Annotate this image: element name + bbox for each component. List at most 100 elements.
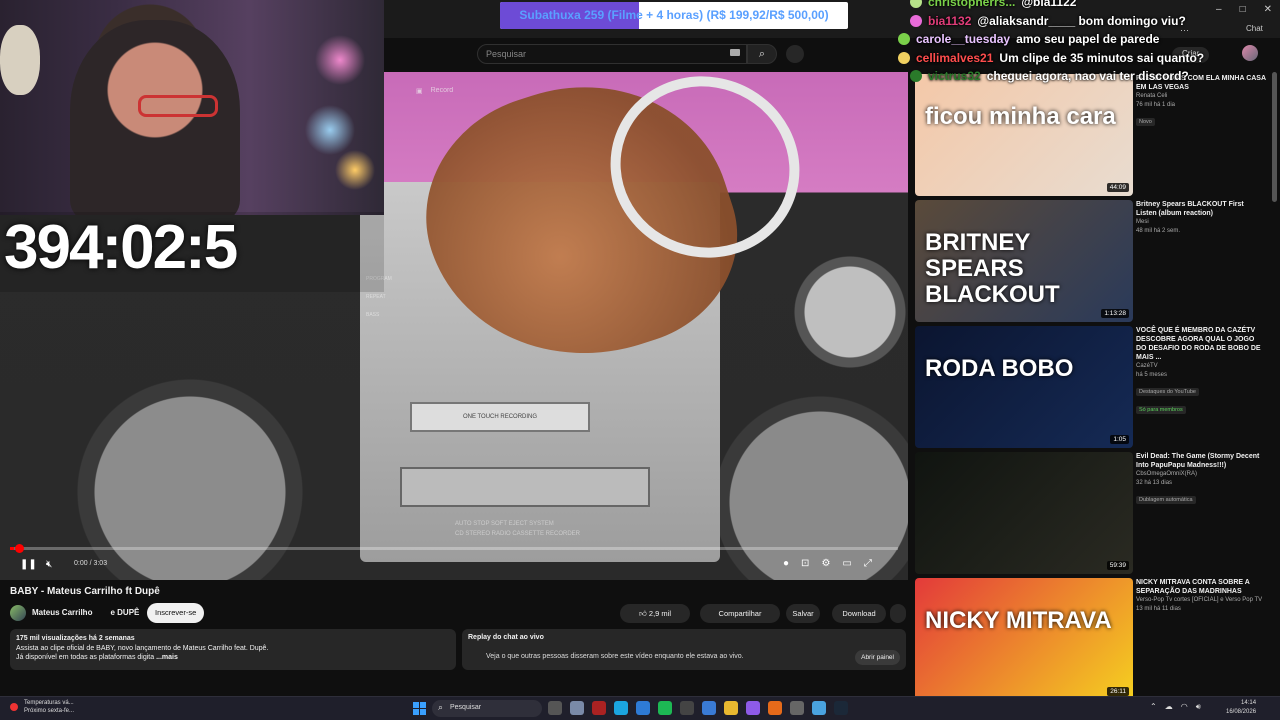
video-progress-fill [10, 547, 15, 550]
scrubber-handle[interactable] [15, 544, 24, 553]
keyboard-icon[interactable] [730, 49, 740, 56]
recommendation-meta: Britney Spears BLACKOUT First Listen (al… [1136, 200, 1266, 236]
recommendation-badge: Novo [1136, 118, 1155, 126]
video-duration: 1:05 [1110, 435, 1129, 444]
spotify-icon[interactable] [658, 701, 672, 715]
view-stats: 175 mil visualizações há 2 semanas [16, 635, 135, 642]
more-actions-button[interactable] [890, 604, 906, 623]
recommendation-item[interactable]: 59:39 Evil Dead: The Game (Stormy Decent … [915, 452, 1270, 574]
screenshot-icon[interactable]: ▣ [416, 87, 423, 95]
video-thumbnail[interactable]: 59:39 [915, 452, 1133, 574]
recommendation-title[interactable]: Evil Dead: The Game (Stormy Decent Into … [1136, 452, 1266, 470]
recommendation-channel[interactable]: Mesi [1136, 218, 1266, 227]
recommendation-channel[interactable]: CazéTV [1136, 362, 1266, 371]
edge-icon[interactable] [614, 701, 628, 715]
video-duration: 59:39 [1106, 561, 1129, 570]
channel-avatar[interactable] [10, 605, 26, 621]
search-icon: ⌕ [438, 702, 444, 712]
toys-shelf-image [300, 20, 380, 190]
record-button[interactable]: Record [431, 87, 454, 95]
recommendation-item[interactable]: RODA BOBO 1:05 VOCÊ QUE É MEMBRO DA CAZÉTV… [915, 326, 1270, 448]
like-button[interactable]: 👍︎ 2,9 mil [620, 604, 690, 623]
task-view-icon[interactable] [548, 701, 562, 715]
chat-replay-box: Replay do chat ao vivo Veja o que outras… [462, 629, 906, 670]
chat-message: bia1132 @aliaksandr____ bom domingo viu? [910, 14, 1186, 28]
subscribe-button[interactable]: Inscrever-se [147, 603, 205, 623]
discord-icon[interactable] [746, 701, 760, 715]
search-button[interactable]: ⌕ [747, 44, 777, 64]
chat-text: @aliaksandr____ bom domingo viu? [977, 13, 1186, 28]
recommendation-title[interactable]: VOCÊ QUE É MEMBRO DA CAZÉTV DESCOBRE AGO… [1136, 326, 1266, 362]
streamer-image [70, 20, 240, 215]
voice-search-button[interactable] [786, 45, 804, 63]
description-box[interactable]: 175 mil visualizações há 2 semanas Assis… [10, 629, 456, 670]
chrome-icon[interactable] [812, 701, 826, 715]
video-progress-bar[interactable] [10, 547, 898, 550]
store-icon[interactable] [636, 701, 650, 715]
channel-link[interactable]: Mateus Carrilho [32, 608, 92, 617]
recommendation-item[interactable]: NICKY MITRAVA 26:11 NICKY MITRAVA CONTA SO… [915, 578, 1270, 700]
volume-icon[interactable]: 🔊︎ [1196, 702, 1201, 712]
recommendation-badge: Dublagem automática [1136, 496, 1196, 504]
mail-icon[interactable] [702, 701, 716, 715]
autoplay-toggle[interactable]: ● [783, 558, 789, 569]
show-more-link[interactable]: ...mais [156, 654, 178, 661]
chat-message: cellimalves21 Um clipe de 35 minutos sai … [898, 51, 1204, 65]
download-button[interactable]: Download [832, 604, 886, 623]
chat-username: victrus32 [928, 69, 981, 83]
file-explorer-icon[interactable] [724, 701, 738, 715]
cloud-icon[interactable]: ☁ [1165, 702, 1173, 712]
video-thumbnail[interactable]: RODA BOBO 1:05 [915, 326, 1133, 448]
like-count: 2,9 mil [648, 609, 672, 618]
clock[interactable]: 14:14 16/08/2026 [1226, 699, 1256, 717]
weather-line: Próximo sexta-fe... [24, 708, 75, 714]
steam-icon[interactable] [834, 701, 848, 715]
recommendation-title[interactable]: NICKY MITRAVA CONTA SOBRE A SEPARAÇÃO DA… [1136, 578, 1266, 596]
recommendation-channel[interactable]: CbsOmegaOmniX(RA) [1136, 470, 1266, 479]
taskbar-search[interactable]: ⌕ Pesquisar [432, 700, 542, 717]
scrollbar[interactable] [1272, 72, 1277, 202]
video-thumbnail[interactable]: ficou minha cara 44:09 [915, 74, 1133, 196]
start-button[interactable] [413, 702, 426, 715]
cassette-deck: ONE TOUCH RECORDING [410, 402, 590, 432]
share-button[interactable]: Compartilhar [700, 604, 780, 623]
taskbar-apps [548, 701, 848, 715]
chat-message: victrus32 cheguei agora, nao vai ter disc… [910, 69, 1189, 83]
pause-button[interactable]: ❚❚ [20, 559, 37, 570]
video-thumbnail[interactable]: NICKY MITRAVA 26:11 [915, 578, 1133, 700]
recommendation-title[interactable]: Britney Spears BLACKOUT First Listen (al… [1136, 200, 1266, 218]
system-tray: ⌃ ☁ ◠ 🔊︎ [1150, 702, 1201, 712]
opera-icon[interactable] [592, 701, 606, 715]
fullscreen-icon[interactable]: ⤢ [864, 558, 872, 569]
chat-username: bia1132 [928, 13, 972, 28]
recommendation-item[interactable]: ficou minha cara 44:09 PASSEI 3 DIAS COM E… [915, 74, 1270, 196]
subathon-goal-text: Subathuxa 259 (Filme + 4 horas) (R$ 199,… [519, 8, 829, 22]
wifi-icon[interactable]: ◠ [1181, 702, 1188, 712]
save-button[interactable]: Salvar [786, 604, 820, 623]
thumbs-up-icon: 👍︎ [638, 609, 647, 618]
chat-message: christopherrs... @bia1122 [910, 0, 1076, 9]
recommendation-channel[interactable]: Renata Celi [1136, 92, 1266, 101]
miniplayer-icon[interactable]: ▭ [842, 558, 851, 569]
taskbar-search-label: Pesquisar [450, 704, 482, 711]
search-input[interactable]: Pesquisar [477, 44, 747, 64]
recommendation-channel[interactable]: Verso-Pop Tv cortes [OFICIAL] e Verso Po… [1136, 596, 1266, 605]
pause-icon: ❚❚ [20, 559, 37, 570]
open-panel-button[interactable]: Abrir painel [855, 650, 900, 665]
thumbnail-text: ficou minha cara [925, 103, 1116, 130]
chevron-up-icon[interactable]: ⌃ [1150, 702, 1157, 712]
video-thumbnail[interactable]: BRITNEY SPEARS BLACKOUT 1:13:28 [915, 200, 1133, 322]
settings-app-icon[interactable] [570, 701, 584, 715]
subtitles-icon[interactable]: ⊡ [801, 558, 809, 569]
terminal-icon[interactable] [680, 701, 694, 715]
recommendation-item[interactable]: BRITNEY SPEARS BLACKOUT 1:13:28 Britney Sp… [915, 200, 1270, 322]
chat-badge-icon [910, 14, 922, 27]
mute-button[interactable]: 🔇︎ [46, 559, 52, 570]
members-only-badge: Só para membros [1136, 406, 1186, 414]
firefox-icon[interactable] [768, 701, 782, 715]
settings-icon[interactable]: ⚙ [821, 558, 830, 569]
app-icon[interactable] [790, 701, 804, 715]
weather-widget[interactable]: Temperaturas vá... Próximo sexta-fe... [10, 699, 74, 715]
channel-link[interactable]: e DUPÊ [110, 608, 139, 617]
chat-badge-icon [898, 51, 910, 64]
